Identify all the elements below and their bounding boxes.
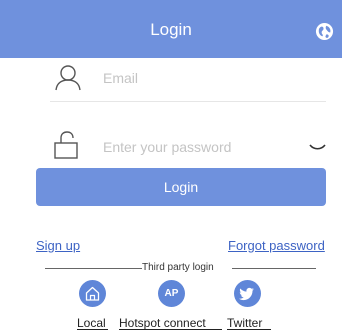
divider-left <box>45 268 142 269</box>
local-label[interactable]: Local <box>77 316 106 330</box>
twitter-underline <box>227 329 271 330</box>
twitter-button[interactable] <box>234 280 261 307</box>
header-bar: Login <box>0 0 342 58</box>
email-field[interactable]: Email <box>103 70 138 86</box>
twitter-label[interactable]: Twitter <box>227 316 262 330</box>
sign-up-link[interactable]: Sign up <box>36 238 80 253</box>
email-divider <box>50 101 326 102</box>
divider-right <box>232 268 316 269</box>
local-underline <box>77 329 108 330</box>
hotspot-connect-label[interactable]: Hotspot connect <box>119 316 206 330</box>
password-field[interactable]: Enter your password <box>103 139 231 155</box>
page-title: Login <box>150 20 192 39</box>
login-button[interactable]: Login <box>36 168 326 206</box>
forgot-password-link[interactable]: Forgot password <box>228 238 325 253</box>
user-icon <box>55 65 81 91</box>
globe-icon[interactable] <box>315 22 334 41</box>
twitter-icon <box>238 287 254 301</box>
lock-icon <box>54 131 78 159</box>
ap-icon: AP <box>164 288 179 299</box>
third-party-label: Third party login <box>142 262 214 273</box>
hotspot-connect-underline <box>119 329 222 330</box>
home-icon <box>85 286 100 301</box>
local-button[interactable] <box>79 280 106 307</box>
hotspot-connect-button[interactable]: AP <box>158 280 185 307</box>
eye-closed-icon[interactable] <box>309 143 326 151</box>
